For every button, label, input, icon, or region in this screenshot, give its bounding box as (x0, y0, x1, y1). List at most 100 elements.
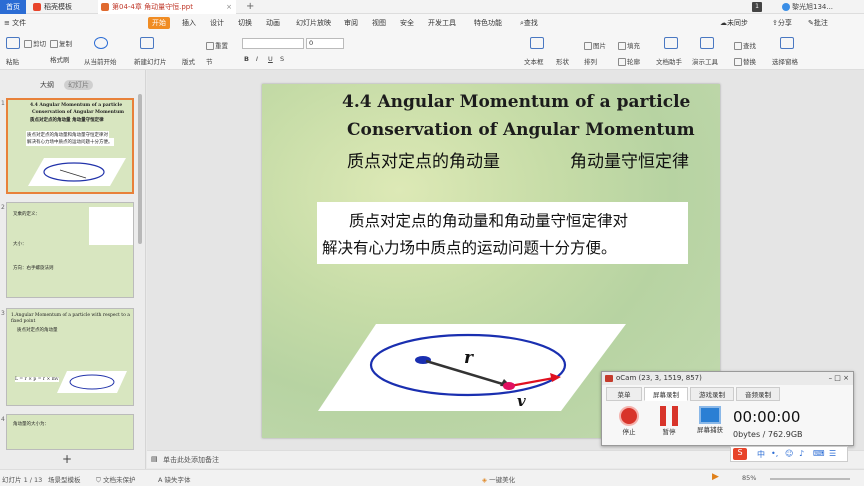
user-account[interactable]: 黎光旭134... (782, 0, 833, 14)
strikethrough-button[interactable]: S (280, 55, 284, 63)
play-from-current-button[interactable]: 从当前开始 (84, 56, 117, 66)
ime-menu-icon[interactable]: ☰ (829, 449, 836, 458)
picture-icon (584, 42, 592, 50)
font-name-select[interactable] (242, 38, 304, 49)
sync-label: 未同步 (727, 19, 748, 27)
ime-language[interactable]: 中 (757, 449, 765, 460)
find-button[interactable]: 查找 (734, 40, 756, 50)
slide-thumbnail-3[interactable]: 1.Angular Momentum of a particle with re… (6, 308, 134, 406)
document-tab[interactable]: 第04-4章 角动量守恒.ppt × (98, 0, 236, 14)
menu-developer[interactable]: 开发工具 (428, 17, 456, 29)
label-r: r (464, 348, 473, 368)
home-tab[interactable]: 首页 (0, 0, 26, 14)
search-menu[interactable]: ⌕查找 (520, 17, 538, 29)
beautify-button[interactable]: ◈ 一键美化 (482, 474, 515, 484)
slide-thumbnail-1[interactable]: 4.4 Angular Momentum of a particle Conse… (6, 98, 134, 194)
slide-title-en-1: 4.4 Angular Momentum of a particle (342, 92, 691, 112)
menu-slideshow[interactable]: 幻灯片放映 (296, 17, 331, 29)
add-slide-icon[interactable]: + (62, 452, 72, 466)
menu-insert[interactable]: 插入 (182, 17, 196, 29)
outline-tab[interactable]: 大纲 (40, 80, 54, 90)
font-missing-status[interactable]: A 缺失字体 (158, 474, 191, 484)
format-painter-button[interactable]: 格式刷 (50, 54, 70, 64)
cut-button[interactable]: 剪切 (24, 38, 46, 48)
menu-animation[interactable]: 动画 (266, 17, 280, 29)
new-slide-button[interactable]: 新建幻灯片 (134, 56, 167, 66)
picture-button[interactable]: 图片 (584, 40, 606, 50)
doc-assistant-button[interactable]: 文档助手 (656, 56, 682, 66)
slides-tab[interactable]: 幻灯片 (64, 80, 93, 90)
fill-button[interactable]: 填充 (618, 40, 640, 50)
slide-body-textbox[interactable]: 质点对定点的角动量和角动量守恒定律对 解决有心力场中质点的运动问题十分方便。 (317, 202, 688, 264)
thumb-2-line3: 方向：右手螺旋法则 (13, 266, 54, 271)
find-label: 查找 (743, 42, 756, 50)
ime-toolbar[interactable]: S 中 •, ☺ ♪ ⌨ ☰ (730, 446, 848, 462)
slide-thumbnail-2[interactable]: 叉乘的定义： 大小： 方向：右手螺旋法则 (6, 202, 134, 298)
select-pane-button[interactable]: 选择窗格 (772, 56, 798, 66)
protect-status[interactable]: ⛉ 文档未保护 (96, 474, 135, 485)
font-size-select[interactable]: 0 (306, 38, 344, 49)
layout-button[interactable]: 版式 (182, 56, 195, 66)
slide-thumbnail-4[interactable]: 角动量的大小为： (6, 414, 134, 450)
presentation-tools-button[interactable]: 演示工具 (692, 56, 718, 66)
screen-capture-button[interactable]: 屏幕捕获 (694, 406, 726, 434)
panel-scrollbar[interactable] (138, 94, 142, 244)
new-slide-icon[interactable] (140, 37, 154, 49)
ocam-titlebar[interactable]: oCam (23, 3, 1519, 857) – □ × (602, 372, 853, 385)
window-count-badge[interactable]: 1 (752, 2, 762, 12)
stop-button[interactable]: 停止 (616, 406, 642, 436)
thumb-2-diagram (89, 207, 133, 245)
ime-punctuation-icon[interactable]: •, (771, 449, 778, 458)
ocam-window-controls[interactable]: – □ × (829, 372, 849, 385)
menu-design[interactable]: 设计 (210, 17, 224, 29)
replace-icon (734, 58, 742, 66)
replace-button[interactable]: 替换 (734, 56, 756, 66)
ocam-tab-screen-record[interactable]: 屏幕录制 (644, 387, 688, 401)
close-tab-icon[interactable]: × (226, 0, 232, 14)
reset-button[interactable]: 重置 (206, 40, 228, 50)
new-tab-icon[interactable]: + (246, 0, 254, 14)
template-status[interactable]: 场景型模板 (48, 474, 81, 484)
menu-start[interactable]: 开始 (148, 17, 170, 29)
label-v: v (517, 392, 526, 410)
comment-button[interactable]: ✎批注 (808, 17, 828, 29)
shape-button[interactable]: 形状 (556, 56, 569, 66)
paste-button[interactable]: 粘贴 (6, 56, 19, 66)
zoom-slider[interactable] (770, 478, 850, 480)
menu-features[interactable]: 特色功能 (474, 17, 502, 29)
ocam-tab-menu[interactable]: 菜单 (606, 387, 642, 401)
doc-assistant-icon[interactable] (664, 37, 678, 49)
menu-security[interactable]: 安全 (400, 17, 414, 29)
avatar (782, 3, 790, 11)
ime-keyboard-icon[interactable]: ⌨ (813, 449, 825, 458)
ocam-tab-game-record[interactable]: 游戏录制 (690, 387, 734, 401)
bold-button[interactable]: B (244, 55, 249, 63)
shield-icon: ⛉ (96, 476, 103, 484)
file-menu[interactable]: ≡ 文件 (4, 17, 26, 29)
sync-status[interactable]: ☁未同步 (720, 17, 748, 29)
menu-transition[interactable]: 切换 (238, 17, 252, 29)
menu-review[interactable]: 审阅 (344, 17, 358, 29)
share-button[interactable]: ⇪分享 (772, 17, 792, 29)
notes-placeholder[interactable]: 单击此处添加备注 (163, 455, 219, 465)
templates-tab[interactable]: 稻壳模板 (30, 0, 96, 14)
ime-mic-icon[interactable]: ♪ (799, 449, 804, 458)
underline-button[interactable]: U (268, 55, 273, 63)
zoom-level[interactable]: 85% (742, 474, 756, 482)
play-icon[interactable] (94, 37, 108, 49)
menu-view[interactable]: 视图 (372, 17, 386, 29)
section-button[interactable]: 节 (206, 56, 213, 66)
arrange-button[interactable]: 排列 (584, 56, 597, 66)
play-slideshow-icon[interactable]: ▶ (712, 472, 719, 482)
pause-button[interactable]: 暂停 (656, 406, 682, 436)
italic-button[interactable]: I (256, 55, 258, 63)
textbox-button[interactable]: 文本框 (524, 56, 544, 66)
outline-button[interactable]: 轮廓 (618, 56, 640, 66)
ime-emoji-icon[interactable]: ☺ (785, 449, 793, 458)
select-pane-icon[interactable] (780, 37, 794, 49)
paste-icon[interactable] (6, 37, 20, 49)
copy-button[interactable]: 复制 (50, 38, 72, 48)
textbox-icon[interactable] (530, 37, 544, 49)
presentation-tools-icon[interactable] (700, 37, 714, 49)
ocam-tab-audio-record[interactable]: 音频录制 (736, 387, 780, 401)
